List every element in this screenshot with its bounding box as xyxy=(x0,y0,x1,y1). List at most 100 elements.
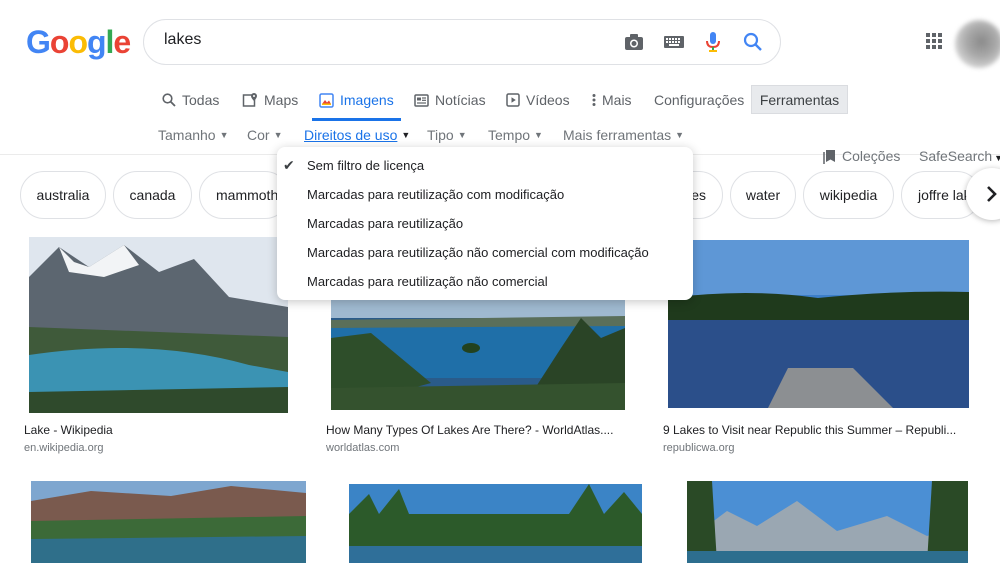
tool-time[interactable]: Tempo ▼ xyxy=(488,127,543,143)
map-icon xyxy=(242,93,257,107)
result-source[interactable]: republicwa.org xyxy=(663,442,735,454)
google-logo[interactable]: Google xyxy=(26,24,131,61)
news-icon xyxy=(414,93,429,107)
tool-size[interactable]: Tamanho ▼ xyxy=(158,127,229,143)
chip-label: joffre lak xyxy=(918,187,971,203)
license-option-noncommercial[interactable]: Marcadas para reutilização não comercial xyxy=(307,274,548,289)
logo-letter: g xyxy=(86,24,107,60)
image-icon xyxy=(319,92,334,108)
chip-label: wikipedia xyxy=(819,187,878,203)
lake-forest-image xyxy=(331,298,625,410)
result-image-2[interactable] xyxy=(331,298,625,410)
caret-down-icon: ▼ xyxy=(219,130,229,140)
logo-letter: o xyxy=(49,24,70,60)
chip-label: australia xyxy=(36,187,90,203)
tool-more-tools[interactable]: Mais ferramentas ▼ xyxy=(563,127,684,143)
more-vert-icon xyxy=(592,94,596,106)
usage-rights-dropdown: ✔ Sem filtro de licença Marcadas para re… xyxy=(277,147,693,300)
result-source[interactable]: en.wikipedia.org xyxy=(24,442,104,454)
collections-link[interactable]: Coleções xyxy=(823,148,900,164)
logo-letter: o xyxy=(68,24,88,60)
search-icon[interactable] xyxy=(741,30,765,54)
chip-wikipedia[interactable]: wikipedia xyxy=(803,171,894,219)
search-box xyxy=(143,19,781,65)
chip-label: mammoth xyxy=(216,187,279,203)
apps-grid-icon[interactable] xyxy=(926,33,942,49)
tools-button-label: Ferramentas xyxy=(759,91,840,108)
tool-type[interactable]: Tipo ▼ xyxy=(427,127,467,143)
logo-letter: l xyxy=(105,24,115,60)
tool-label: Direitos de uso xyxy=(304,127,398,143)
keyboard-icon[interactable] xyxy=(662,30,686,54)
chip-water[interactable]: water xyxy=(730,171,796,219)
tab-maps[interactable]: Maps xyxy=(242,91,298,109)
chip-mammoth[interactable]: mammoth xyxy=(199,171,289,219)
tool-color[interactable]: Cor ▼ xyxy=(247,127,282,143)
tab-imagens[interactable]: Imagens xyxy=(319,91,394,109)
chip-label: es xyxy=(691,187,706,203)
tool-label: Mais ferramentas xyxy=(563,127,672,143)
license-option-noncommercial-modify[interactable]: Marcadas para reutilização não comercial… xyxy=(307,245,649,260)
lake-hills-image xyxy=(31,481,306,563)
tab-label: Mais xyxy=(602,92,632,108)
chevron-right-icon xyxy=(987,186,997,202)
tool-label: Tamanho xyxy=(158,127,216,143)
license-option-reuse[interactable]: Marcadas para reutilização xyxy=(307,216,463,231)
caret-down-icon: ▼ xyxy=(534,130,543,140)
result-title[interactable]: 9 Lakes to Visit near Republic this Summ… xyxy=(663,423,968,437)
result-title[interactable]: Lake - Wikipedia xyxy=(24,423,294,437)
result-image-4[interactable] xyxy=(31,481,306,563)
caret-down-icon: ▼ xyxy=(273,130,283,140)
chip-canada[interactable]: canada xyxy=(113,171,192,219)
search-icon xyxy=(162,93,176,107)
tab-label: Imagens xyxy=(340,92,394,108)
result-title[interactable]: How Many Types Of Lakes Are There? - Wor… xyxy=(326,423,631,437)
caret-down-icon: ▼ xyxy=(994,153,1000,163)
lake-dock-image xyxy=(668,240,969,408)
tab-label: Todas xyxy=(182,92,220,108)
caret-down-icon: ▼ xyxy=(457,130,467,140)
lake-pines-image xyxy=(349,484,642,563)
license-option-reuse-modify[interactable]: Marcadas para reutilização com modificaç… xyxy=(307,187,564,202)
license-option-none[interactable]: Sem filtro de licença xyxy=(307,158,424,173)
collections-label: Coleções xyxy=(842,148,901,164)
caret-down-icon: ▼ xyxy=(401,130,411,140)
logo-letter: G xyxy=(26,24,51,60)
result-image-6[interactable] xyxy=(687,481,968,563)
result-image-3[interactable] xyxy=(668,240,969,408)
tab-todas[interactable]: Todas xyxy=(162,91,219,109)
tab-label: Maps xyxy=(264,92,299,108)
result-source[interactable]: worldatlas.com xyxy=(326,442,399,454)
tab-noticias[interactable]: Notícias xyxy=(414,91,486,109)
microphone-icon[interactable] xyxy=(701,30,725,54)
tab-mais[interactable]: Mais xyxy=(592,91,632,109)
tool-label: Cor xyxy=(247,127,270,143)
lake-peaks-image xyxy=(687,481,968,563)
tab-label: Notícias xyxy=(435,92,486,108)
result-image-1[interactable] xyxy=(29,237,288,413)
tab-videos[interactable]: Vídeos xyxy=(506,91,570,109)
search-input[interactable] xyxy=(164,31,604,49)
tool-usage-rights[interactable]: Direitos de uso ▼ xyxy=(304,127,410,143)
tab-configuracoes[interactable]: Configurações xyxy=(654,91,744,109)
chip-australia[interactable]: australia xyxy=(20,171,106,219)
avatar[interactable] xyxy=(955,20,1000,68)
checkmark-icon: ✔ xyxy=(283,157,295,173)
lake-mountain-image xyxy=(29,237,288,413)
caret-down-icon: ▼ xyxy=(675,130,685,140)
chip-label: canada xyxy=(129,187,176,203)
result-image-5[interactable] xyxy=(349,484,642,563)
safesearch-label: SafeSearch xyxy=(919,148,993,164)
tool-label: Tipo xyxy=(427,127,454,143)
video-icon xyxy=(506,93,520,107)
bookmark-icon xyxy=(823,149,835,164)
tools-button[interactable]: Ferramentas xyxy=(751,85,848,114)
safesearch-menu[interactable]: SafeSearch ▼ xyxy=(919,148,1000,164)
tool-label: Tempo xyxy=(488,127,531,143)
chip-label: water xyxy=(745,187,781,203)
logo-letter: e xyxy=(113,24,131,60)
active-tab-indicator xyxy=(312,118,401,121)
tab-label: Configurações xyxy=(654,92,745,108)
tab-label: Vídeos xyxy=(526,92,570,108)
camera-icon[interactable] xyxy=(622,30,646,54)
